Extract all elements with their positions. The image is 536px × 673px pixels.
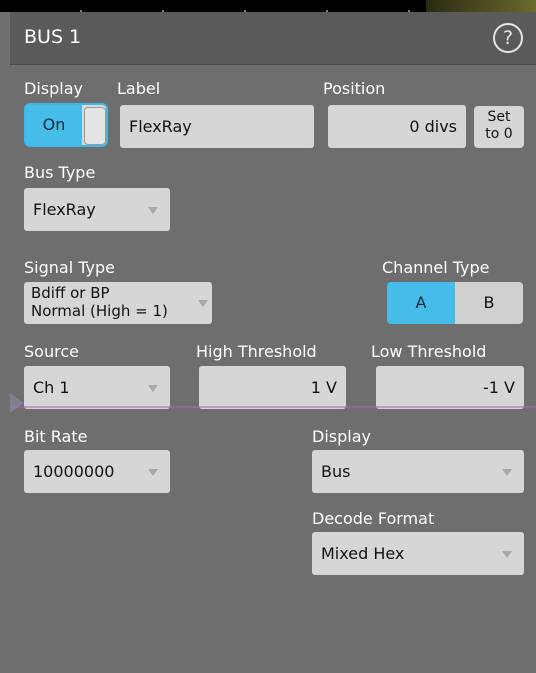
high-threshold-label: High Threshold <box>196 342 317 361</box>
signal-type-label: Signal Type <box>24 258 115 277</box>
source-dropdown[interactable]: Ch 1 <box>24 366 170 409</box>
display-mode-label: Display <box>312 427 371 446</box>
display-mode-value: Bus <box>321 462 351 481</box>
bus-type-value: FlexRay <box>33 200 96 219</box>
signal-type-line1: Bdiff or BP <box>31 284 110 302</box>
label-label: Label <box>117 79 161 98</box>
bus-type-dropdown[interactable]: FlexRay <box>24 188 170 231</box>
bit-rate-label: Bit Rate <box>24 427 88 446</box>
chevron-down-icon <box>148 384 158 392</box>
chevron-down-icon <box>148 206 158 214</box>
top-highlight <box>426 0 536 12</box>
channel-b-button[interactable]: B <box>455 282 523 324</box>
channel-type-selector: A B <box>387 282 523 324</box>
low-threshold-label: Low Threshold <box>371 342 487 361</box>
toggle-knob <box>84 107 106 145</box>
source-value: Ch 1 <box>33 378 70 397</box>
chevron-down-icon <box>198 300 208 307</box>
position-input[interactable]: 0 divs <box>328 105 466 148</box>
display-toggle-on: On <box>26 105 82 145</box>
channel-marker <box>10 393 24 413</box>
panel-title: BUS 1 <box>24 26 82 48</box>
display-mode-dropdown[interactable]: Bus <box>312 450 524 493</box>
high-threshold-input[interactable]: 1 V <box>199 366 346 409</box>
waveform-trace <box>10 406 536 408</box>
signal-type-line2: Normal (High = 1) <box>31 302 168 320</box>
source-label: Source <box>24 342 79 361</box>
position-label: Position <box>323 79 386 98</box>
chevron-down-icon <box>502 468 512 476</box>
label-input[interactable]: FlexRay <box>120 105 314 148</box>
low-threshold-input[interactable]: -1 V <box>376 366 524 409</box>
bus-type-label: Bus Type <box>24 163 96 182</box>
set-to-zero-line2: to 0 <box>485 126 513 142</box>
channel-type-label: Channel Type <box>382 258 490 277</box>
display-toggle[interactable]: On <box>24 103 108 147</box>
decode-format-label: Decode Format <box>312 509 435 528</box>
channel-a-button[interactable]: A <box>387 282 455 324</box>
set-to-zero-button[interactable]: Set to 0 <box>474 106 524 148</box>
decode-format-dropdown[interactable]: Mixed Hex <box>312 532 524 575</box>
set-to-zero-line1: Set <box>487 109 511 125</box>
chevron-down-icon <box>502 550 512 558</box>
top-strip <box>0 0 536 12</box>
bus-config-panel: Display Label Position On FlexRay 0 divs… <box>10 65 536 673</box>
signal-type-dropdown[interactable]: Bdiff or BP Normal (High = 1) <box>24 282 212 324</box>
chevron-down-icon <box>148 468 158 476</box>
display-label: Display <box>24 79 83 98</box>
decode-format-value: Mixed Hex <box>321 544 405 563</box>
panel-header: BUS 1 ? <box>10 12 536 65</box>
help-icon[interactable]: ? <box>493 23 523 53</box>
bit-rate-dropdown[interactable]: 10000000 <box>24 450 170 493</box>
bit-rate-value: 10000000 <box>33 462 115 481</box>
